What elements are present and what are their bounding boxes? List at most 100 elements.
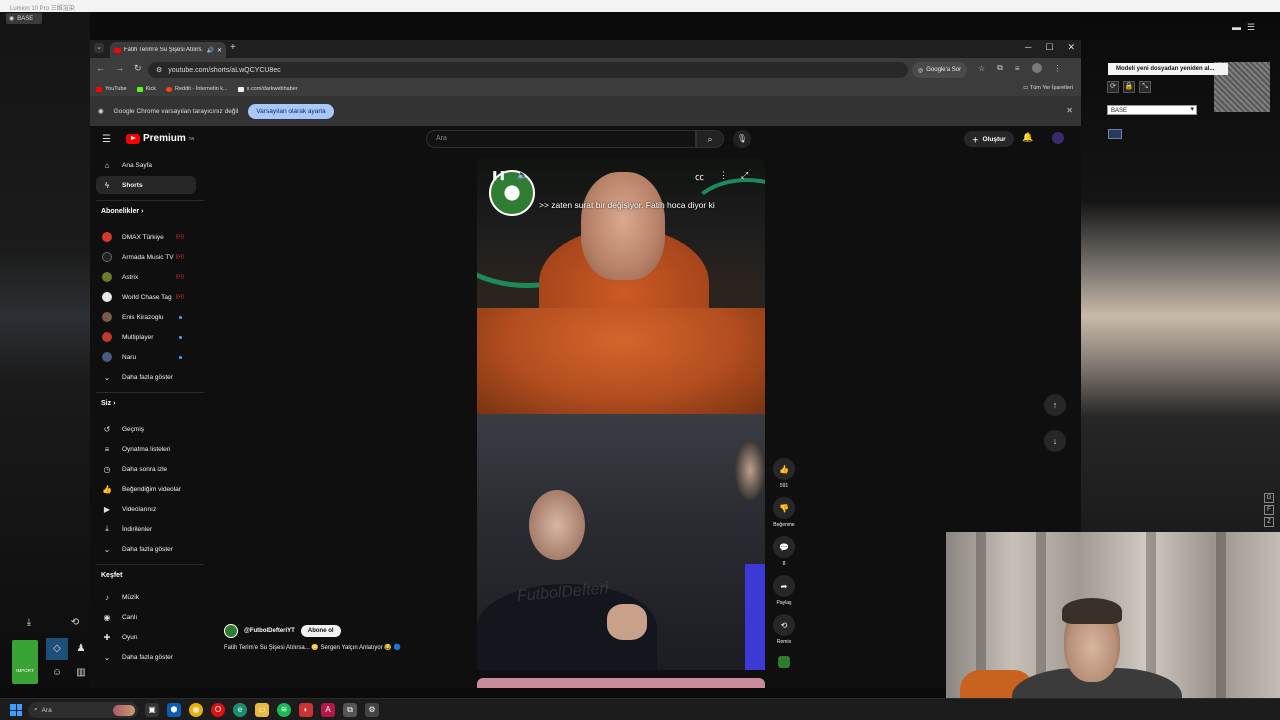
download-icon[interactable]: ⤓ bbox=[18, 612, 40, 634]
like-icon[interactable]: 👍 bbox=[773, 458, 795, 480]
forward-icon[interactable]: → bbox=[115, 63, 124, 74]
share-icon[interactable]: ➦ bbox=[773, 575, 795, 597]
sidebar-item-shorts[interactable]: ϟ Shorts bbox=[96, 176, 196, 194]
reload-icon[interactable]: ↻ bbox=[134, 63, 142, 74]
you-header[interactable]: Siz › bbox=[101, 400, 115, 407]
channel-name[interactable]: @FutbolDefteriYT bbox=[244, 628, 295, 634]
hamburger-menu-icon[interactable]: ☰ bbox=[102, 134, 111, 145]
dislike-action[interactable]: 👎 Beğenme bbox=[772, 497, 796, 528]
bookmark-x[interactable]: x.com/darkwebhaber bbox=[237, 86, 298, 92]
maximize-icon[interactable]: ☐ bbox=[1045, 42, 1053, 53]
layer-tag[interactable]: ◉ BASE bbox=[6, 13, 42, 24]
pin-icon[interactable] bbox=[1108, 129, 1122, 139]
bookmark-star-icon[interactable]: ☆ bbox=[978, 64, 985, 73]
sidebar-item-world-chase-tag[interactable]: World Chase Tag ((•)) bbox=[96, 288, 196, 306]
site-info-icon[interactable]: ⚙ bbox=[156, 66, 162, 74]
comment-icon[interactable]: 💬 bbox=[773, 536, 795, 558]
store-icon[interactable]: ⬢ bbox=[167, 703, 181, 717]
start-button[interactable] bbox=[10, 704, 22, 716]
sidebar-item-home[interactable]: ⌂ Ana Sayfa bbox=[96, 156, 196, 174]
sidebar-item-music[interactable]: ♪ Müzik bbox=[96, 588, 196, 606]
bookmark-youtube[interactable]: YouTube bbox=[96, 86, 127, 92]
shorts-player[interactable]: ❚❚ 🔈 ㏄ ⋮ ⤢ >> zaten surat bir değişiyor.… bbox=[477, 158, 765, 414]
lock-icon[interactable]: 🔒 bbox=[1123, 81, 1135, 93]
sidebar-item-liked[interactable]: 👍 Beğendiğim videolar bbox=[96, 480, 196, 498]
sidebar-item-astrix[interactable]: Astrix ((•)) bbox=[96, 268, 196, 286]
taskbar-search[interactable]: ⌕ Ara bbox=[28, 702, 138, 718]
dislike-icon[interactable]: 👎 bbox=[773, 497, 795, 519]
opera-icon[interactable]: O bbox=[211, 703, 225, 717]
extensions-icon[interactable]: ⧉ bbox=[997, 63, 1003, 73]
person-icon[interactable]: ☺ bbox=[46, 662, 68, 684]
tab-audio-icon[interactable]: 🔊 bbox=[206, 47, 213, 54]
minimize-icon[interactable]: ─ bbox=[1025, 42, 1031, 53]
rotate-icon[interactable]: ⟲ bbox=[64, 612, 86, 634]
media-icon[interactable]: ≡ bbox=[1015, 64, 1020, 73]
browser-tab-active[interactable]: Fatih Terim'e Su Şişesi Atılırs... 🔊 ✕ bbox=[110, 42, 226, 58]
account-avatar[interactable] bbox=[1052, 132, 1064, 144]
sidebar-item-live[interactable]: ◉ Canlı bbox=[96, 608, 196, 626]
object-icon[interactable]: ◇ bbox=[46, 638, 68, 660]
sidebar-item-dmax[interactable]: DMAX Türkiye ((•)) bbox=[96, 228, 196, 246]
channel-avatar[interactable] bbox=[224, 624, 238, 638]
light-icon[interactable]: ♟ bbox=[70, 638, 92, 660]
remix-icon[interactable]: ⟲ bbox=[773, 614, 795, 636]
sidebar-show-more-explore[interactable]: ⌄ Daha fazla göster bbox=[96, 648, 196, 666]
sidebar-item-playlists[interactable]: ≡ Oynatma listeleri bbox=[96, 440, 196, 458]
sidebar-show-more-you[interactable]: ⌄ Daha fazla göster bbox=[96, 540, 196, 558]
search-button[interactable]: ⌕ bbox=[696, 130, 724, 148]
bookmark-reddit[interactable]: Reddit - İnternetin k... bbox=[166, 86, 228, 92]
sidebar-item-history[interactable]: ↺ Geçmiş bbox=[96, 420, 196, 438]
like-action[interactable]: 👍 591 bbox=[772, 458, 796, 489]
next-short-preview[interactable] bbox=[477, 678, 765, 688]
sidebar-show-more-subs[interactable]: ⌄ Daha fazla göster bbox=[96, 368, 196, 386]
explorer-icon[interactable]: ▭ bbox=[255, 703, 269, 717]
bookmark-kick[interactable]: Kick bbox=[136, 86, 156, 92]
sound-avatar[interactable] bbox=[778, 656, 790, 668]
grid-icon[interactable]: ▥ bbox=[70, 662, 92, 684]
sidebar-item-your-videos[interactable]: ▶ Videolarınız bbox=[96, 500, 196, 518]
pause-icon[interactable]: ❚❚ bbox=[491, 170, 506, 181]
more-options-icon[interactable]: ⋮ bbox=[719, 170, 728, 181]
camera-icon[interactable]: ▬ bbox=[1232, 22, 1241, 33]
next-short-button[interactable]: ↓ bbox=[1044, 430, 1066, 452]
google-ask-button[interactable]: ◎ Google'a Sor bbox=[912, 62, 968, 78]
reimport-icon[interactable]: ⟳ bbox=[1107, 81, 1119, 93]
create-button[interactable]: ＋ Oluştur bbox=[964, 131, 1014, 147]
spotify-icon[interactable]: ≋ bbox=[277, 703, 291, 717]
youtube-premium-logo[interactable]: Premium TR bbox=[126, 133, 194, 144]
infobar-close-icon[interactable]: ✕ bbox=[1066, 106, 1073, 115]
sidebar-item-downloads[interactable]: ⤓ İndirilenler bbox=[96, 520, 196, 538]
subscriptions-header[interactable]: Abonelikler › bbox=[101, 208, 143, 215]
address-bar[interactable]: ⚙ youtube.com/shorts/aLwQCYCU8ec bbox=[148, 62, 908, 78]
side-letter-z[interactable]: Z bbox=[1264, 517, 1274, 527]
set-default-button[interactable]: Varsayılan olarak ayarla bbox=[248, 103, 334, 119]
search-input[interactable]: Ara bbox=[426, 130, 696, 148]
voice-search-button[interactable]: 🎙 bbox=[733, 130, 751, 148]
close-window-icon[interactable]: ✕ bbox=[1067, 42, 1075, 53]
share-action[interactable]: ➦ Paylaş bbox=[772, 575, 796, 606]
sidebar-item-gaming[interactable]: ✚ Oyun bbox=[96, 628, 196, 646]
new-tab-button[interactable]: + bbox=[230, 42, 236, 53]
captions-icon[interactable]: ㏄ bbox=[695, 170, 704, 183]
all-bookmarks[interactable]: ▭ Tüm Yer İşaretleri bbox=[1023, 85, 1073, 91]
adobe-icon[interactable]: A bbox=[321, 703, 335, 717]
back-icon[interactable]: ← bbox=[96, 63, 105, 74]
remix-action[interactable]: ⟲ Remix bbox=[772, 614, 796, 645]
resize-icon[interactable]: ⤡ bbox=[1139, 81, 1151, 93]
volume-icon[interactable]: 🔈 bbox=[517, 170, 528, 181]
profile-avatar[interactable] bbox=[1031, 63, 1042, 73]
notifications-bell-icon[interactable]: 🔔 bbox=[1022, 132, 1033, 143]
menu-icon[interactable]: ☰ bbox=[1247, 22, 1255, 33]
layer-select[interactable]: BASE bbox=[1107, 105, 1197, 115]
short-title[interactable]: Fatih Terim'e Su Şişesi Atılırsa... 😳 Se… bbox=[224, 644, 484, 651]
lumion-icon[interactable]: ⧉ bbox=[343, 703, 357, 717]
tab-search-icon[interactable]: ⌄ bbox=[94, 43, 104, 53]
previous-short-button[interactable]: ↑ bbox=[1044, 394, 1066, 416]
chrome-taskbar-icon[interactable]: ◉ bbox=[189, 703, 203, 717]
more-menu-icon[interactable]: ⋮ bbox=[1054, 64, 1062, 73]
subscribe-button[interactable]: Abone ol bbox=[300, 625, 341, 637]
shorts-video-frame[interactable]: FutbolDefteri bbox=[477, 414, 765, 670]
sound-action[interactable] bbox=[772, 656, 796, 668]
sidebar-item-enis[interactable]: Enis Kirazoglu bbox=[96, 308, 196, 326]
